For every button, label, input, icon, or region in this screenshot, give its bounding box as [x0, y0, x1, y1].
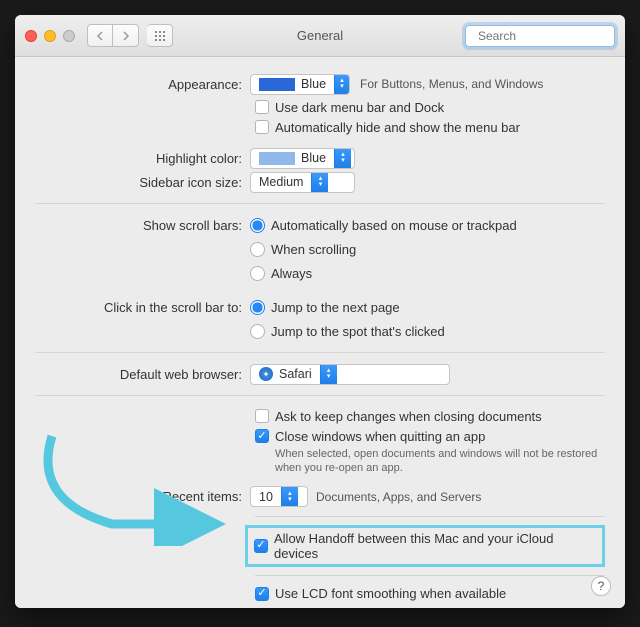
highlight-label: Highlight color:: [35, 151, 250, 166]
appearance-hint: For Buttons, Menus, and Windows: [360, 77, 543, 91]
scroll-auto-radio[interactable]: [250, 218, 265, 233]
highlight-select[interactable]: Blue: [250, 148, 355, 169]
nav-back-forward: [87, 24, 139, 47]
separator: [255, 575, 605, 576]
search-input[interactable]: [476, 28, 625, 44]
help-button[interactable]: ?: [591, 576, 611, 596]
scroll-when-radio[interactable]: [250, 242, 265, 257]
handoff-highlight: Allow Handoff between this Mac and your …: [245, 525, 605, 567]
back-button[interactable]: [87, 24, 113, 47]
stepper-arrows-icon: [334, 75, 349, 94]
auto-hide-menu-checkbox[interactable]: [255, 120, 269, 134]
dark-menu-label: Use dark menu bar and Dock: [275, 100, 444, 115]
minimize-icon[interactable]: [44, 30, 56, 42]
stepper-arrows-icon: [320, 365, 337, 384]
grid-icon: [154, 30, 166, 42]
forward-button[interactable]: [113, 24, 139, 47]
auto-hide-menu-label: Automatically hide and show the menu bar: [275, 120, 520, 135]
recent-items-suffix: Documents, Apps, and Servers: [316, 490, 481, 504]
default-browser-label: Default web browser:: [35, 367, 250, 382]
handoff-label: Allow Handoff between this Mac and your …: [274, 531, 596, 561]
lcd-smoothing-checkbox[interactable]: [255, 587, 269, 601]
search-field[interactable]: [465, 25, 615, 47]
click-scroll-option-0: Jump to the next page: [271, 300, 400, 315]
scroll-option-1: When scrolling: [271, 242, 356, 257]
help-label: ?: [598, 579, 605, 593]
close-windows-checkbox[interactable]: [255, 429, 269, 443]
sidebar-size-value: Medium: [259, 175, 303, 189]
traffic-lights: [25, 30, 75, 42]
handoff-checkbox[interactable]: [254, 539, 268, 553]
color-swatch-icon: [259, 78, 295, 91]
click-scroll-label: Click in the scroll bar to:: [35, 300, 250, 315]
chevron-right-icon: [122, 31, 130, 41]
recent-items-select[interactable]: 10: [250, 486, 308, 507]
click-scroll-spot-radio[interactable]: [250, 324, 265, 339]
appearance-select[interactable]: Blue: [250, 74, 350, 95]
show-all-button[interactable]: [147, 24, 173, 47]
close-icon[interactable]: [25, 30, 37, 42]
click-scroll-option-1: Jump to the spot that's clicked: [271, 324, 445, 339]
separator: [35, 203, 605, 204]
lcd-smoothing-label: Use LCD font smoothing when available: [275, 586, 506, 601]
dark-menu-checkbox[interactable]: [255, 100, 269, 114]
appearance-label: Appearance:: [35, 77, 250, 92]
stepper-arrows-icon: [311, 173, 328, 192]
appearance-value: Blue: [301, 77, 326, 91]
titlebar: General: [15, 15, 625, 57]
scroll-always-radio[interactable]: [250, 266, 265, 281]
separator: [35, 395, 605, 396]
ask-keep-label: Ask to keep changes when closing documen…: [275, 409, 542, 424]
recent-items-label: Recent items:: [35, 489, 250, 504]
default-browser-select[interactable]: Safari: [250, 364, 450, 385]
recent-items-value: 10: [259, 490, 273, 504]
scroll-option-0: Automatically based on mouse or trackpad: [271, 218, 517, 233]
color-swatch-icon: [259, 152, 295, 165]
scroll-bars-label: Show scroll bars:: [35, 218, 250, 233]
highlight-value: Blue: [301, 151, 326, 165]
click-scroll-page-radio[interactable]: [250, 300, 265, 315]
scroll-option-2: Always: [271, 266, 312, 281]
default-browser-value: Safari: [279, 367, 312, 381]
safari-icon: [259, 367, 273, 381]
close-windows-label: Close windows when quitting an app: [275, 429, 485, 444]
sidebar-size-label: Sidebar icon size:: [35, 175, 250, 190]
close-windows-note: When selected, open documents and window…: [275, 447, 605, 476]
separator: [35, 352, 605, 353]
preferences-window: General Appearance: Blue For Buttons, Me…: [15, 15, 625, 608]
ask-keep-checkbox[interactable]: [255, 409, 269, 423]
stepper-arrows-icon: [334, 149, 351, 168]
chevron-left-icon: [96, 31, 104, 41]
content-area: Appearance: Blue For Buttons, Menus, and…: [15, 57, 625, 608]
sidebar-size-select[interactable]: Medium: [250, 172, 355, 193]
stepper-arrows-icon: [281, 487, 298, 506]
zoom-icon: [63, 30, 75, 42]
separator: [255, 516, 605, 517]
